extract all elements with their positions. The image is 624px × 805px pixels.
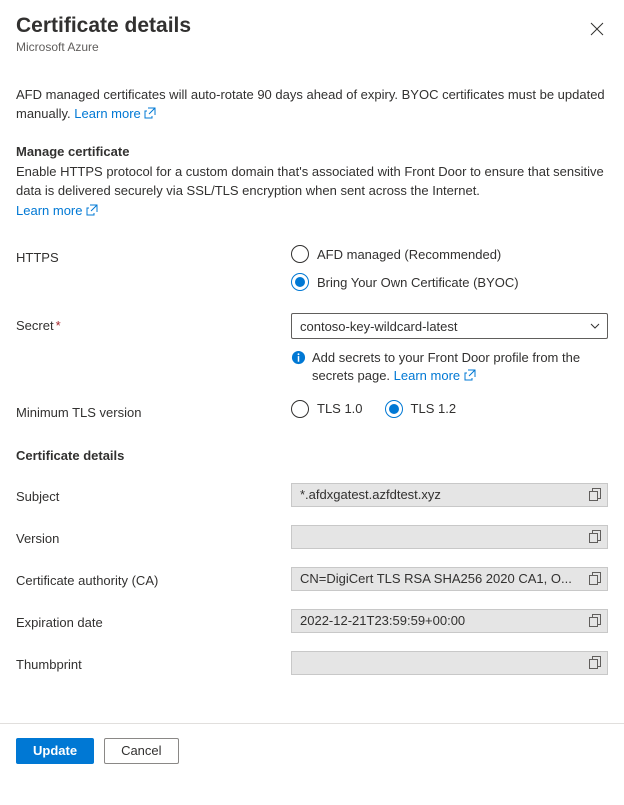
https-label: HTTPS bbox=[16, 245, 291, 265]
certificate-details-title: Certificate details bbox=[16, 448, 608, 463]
expiry-label: Expiration date bbox=[16, 611, 291, 630]
radio-icon bbox=[291, 400, 309, 418]
https-option-afd-managed-label: AFD managed (Recommended) bbox=[317, 247, 501, 262]
expiry-value: 2022-12-21T23:59:59+00:00 bbox=[300, 613, 465, 628]
copy-icon bbox=[589, 614, 602, 627]
radio-icon bbox=[291, 273, 309, 291]
chevron-down-icon bbox=[589, 320, 601, 332]
version-label: Version bbox=[16, 527, 291, 546]
https-option-byoc[interactable]: Bring Your Own Certificate (BYOC) bbox=[291, 273, 608, 291]
copy-version-button[interactable] bbox=[587, 529, 603, 545]
external-link-icon bbox=[464, 369, 476, 381]
ca-value: CN=DigiCert TLS RSA SHA256 2020 CA1, O..… bbox=[300, 571, 572, 586]
radio-icon bbox=[385, 400, 403, 418]
copy-subject-button[interactable] bbox=[587, 487, 603, 503]
thumbprint-field bbox=[291, 651, 608, 675]
close-button[interactable] bbox=[586, 18, 608, 44]
ca-field: CN=DigiCert TLS RSA SHA256 2020 CA1, O..… bbox=[291, 567, 608, 591]
info-icon bbox=[291, 350, 306, 365]
external-link-icon bbox=[86, 204, 98, 216]
tls-radio-group: TLS 1.0 TLS 1.2 bbox=[291, 400, 608, 418]
copy-expiry-button[interactable] bbox=[587, 613, 603, 629]
copy-icon bbox=[589, 530, 602, 543]
secret-label: Secret* bbox=[16, 313, 291, 333]
close-icon bbox=[590, 22, 604, 36]
https-option-byoc-label: Bring Your Own Certificate (BYOC) bbox=[317, 275, 519, 290]
page-subtitle: Microsoft Azure bbox=[16, 40, 191, 54]
radio-icon bbox=[291, 245, 309, 263]
subject-label: Subject bbox=[16, 485, 291, 504]
external-link-icon bbox=[144, 107, 156, 119]
tls-option-12-label: TLS 1.2 bbox=[411, 401, 457, 416]
secret-select-value: contoso-key-wildcard-latest bbox=[300, 319, 458, 334]
secret-info: Add secrets to your Front Door profile f… bbox=[291, 349, 608, 385]
rotation-description: AFD managed certificates will auto-rotat… bbox=[16, 86, 608, 124]
update-button[interactable]: Update bbox=[16, 738, 94, 764]
footer: Update Cancel bbox=[0, 723, 624, 778]
copy-icon bbox=[589, 572, 602, 585]
secret-select[interactable]: contoso-key-wildcard-latest bbox=[291, 313, 608, 339]
copy-icon bbox=[589, 656, 602, 669]
manage-section-desc-text: Enable HTTPS protocol for a custom domai… bbox=[16, 164, 604, 198]
manage-learn-more-link[interactable]: Learn more bbox=[16, 202, 98, 221]
tls-label: Minimum TLS version bbox=[16, 400, 291, 420]
copy-icon bbox=[589, 488, 602, 501]
https-option-afd-managed[interactable]: AFD managed (Recommended) bbox=[291, 245, 608, 263]
rotation-learn-more-link[interactable]: Learn more bbox=[74, 106, 156, 121]
tls-option-12[interactable]: TLS 1.2 bbox=[385, 400, 457, 418]
ca-label: Certificate authority (CA) bbox=[16, 569, 291, 588]
subject-value: *.afdxgatest.azfdtest.xyz bbox=[300, 487, 441, 502]
manage-section-title: Manage certificate bbox=[16, 144, 608, 159]
copy-thumbprint-button[interactable] bbox=[587, 655, 603, 671]
version-field bbox=[291, 525, 608, 549]
copy-ca-button[interactable] bbox=[587, 571, 603, 587]
tls-option-10[interactable]: TLS 1.0 bbox=[291, 400, 363, 418]
https-radio-group: AFD managed (Recommended) Bring Your Own… bbox=[291, 245, 608, 291]
secret-learn-more-link[interactable]: Learn more bbox=[394, 368, 476, 383]
manage-section-desc: Enable HTTPS protocol for a custom domai… bbox=[16, 163, 608, 222]
cancel-button[interactable]: Cancel bbox=[104, 738, 178, 764]
page-title: Certificate details bbox=[16, 14, 191, 38]
thumbprint-label: Thumbprint bbox=[16, 653, 291, 672]
subject-field: *.afdxgatest.azfdtest.xyz bbox=[291, 483, 608, 507]
tls-option-10-label: TLS 1.0 bbox=[317, 401, 363, 416]
expiry-field: 2022-12-21T23:59:59+00:00 bbox=[291, 609, 608, 633]
